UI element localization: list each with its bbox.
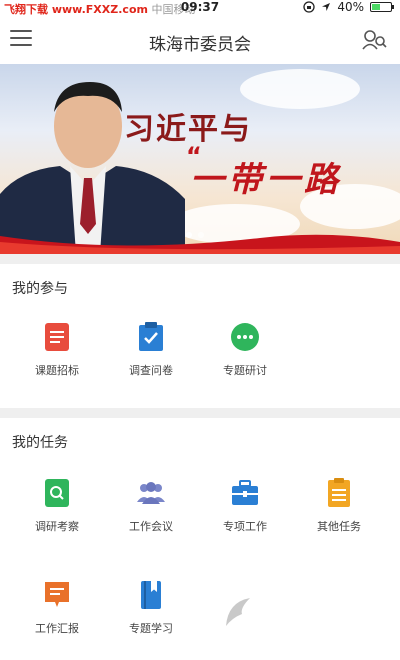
briefcase-icon [232,480,258,505]
grid-item-label: 专题学习 [129,622,173,635]
grid-item-label: 专题研讨 [223,364,267,377]
list-doc-icon [328,478,350,507]
battery-fill [372,4,380,10]
carousel-dot[interactable] [186,232,192,238]
status-icons: 40% [303,0,394,14]
grid-item-survey[interactable]: 调查问卷 [104,322,198,378]
document-icon [45,323,69,351]
grid-item-seminar[interactable]: 专题研讨 [198,322,292,378]
grid-item-label: 课题招标 [35,364,79,377]
section-divider [0,408,400,418]
grid-item-label: 调查问卷 [129,364,173,377]
grid-item-research[interactable]: 调研考察 [10,478,104,534]
report-icon [45,582,69,607]
banner-carousel[interactable]: 习近平与 “ 一带一路 [0,64,400,254]
grid-item-label: 专项工作 [223,520,267,533]
banner-cloud [240,69,360,109]
battery-percent: 40% [337,0,364,14]
watermark-url: www.FXXZ.com [268,627,361,641]
grid-item-label: 其他任务 [317,520,361,533]
nav-bar: 珠海市委员会 [0,16,400,64]
grid-item-topic-bidding[interactable]: 课题招标 [10,322,104,378]
site-watermark-logo: 飞翔下载 www.FXXZ.com [214,590,364,641]
page-title: 珠海市委员会 [149,35,251,55]
lock-rotation-icon [303,1,315,13]
grid-item-label: 调研考察 [35,520,79,533]
book-icon [141,581,161,609]
user-button[interactable] [362,29,388,51]
clipboard-check-icon [139,322,163,351]
chat-dots-icon [231,323,259,351]
participation-title: 我的参与 [12,281,68,297]
group-icon [137,482,165,504]
carousel-dots [186,232,204,238]
carousel-dot[interactable] [198,232,204,238]
banner-red-ribbon [0,234,400,254]
status-bar: 飞翔下载 www.FXXZ.com 中国移动 09:37 40% [0,0,400,16]
battery-icon [370,2,394,12]
user-search-icon [362,30,387,50]
watermark-brand: 飞翔下载 [268,596,364,624]
banner-subhead: 一带一路 [190,160,342,200]
grid-item-special-work[interactable]: 专项工作 [198,478,292,534]
section-divider [0,254,400,264]
grid-item-label: 工作会议 [129,520,173,533]
grid-item-meeting[interactable]: 工作会议 [104,478,198,534]
app-screen: 飞翔下载 www.FXXZ.com 中国移动 09:37 40% 珠海市委员会 [0,0,400,660]
search-doc-icon [45,479,69,507]
grid-item-work-report[interactable]: 工作汇报 [10,580,104,636]
grid-item-label: 工作汇报 [35,622,79,635]
grid-item-topic-study[interactable]: 专题学习 [104,580,198,636]
location-arrow-icon [322,3,331,11]
grid-item-other-tasks[interactable]: 其他任务 [292,478,386,534]
tasks-title: 我的任务 [12,435,68,451]
